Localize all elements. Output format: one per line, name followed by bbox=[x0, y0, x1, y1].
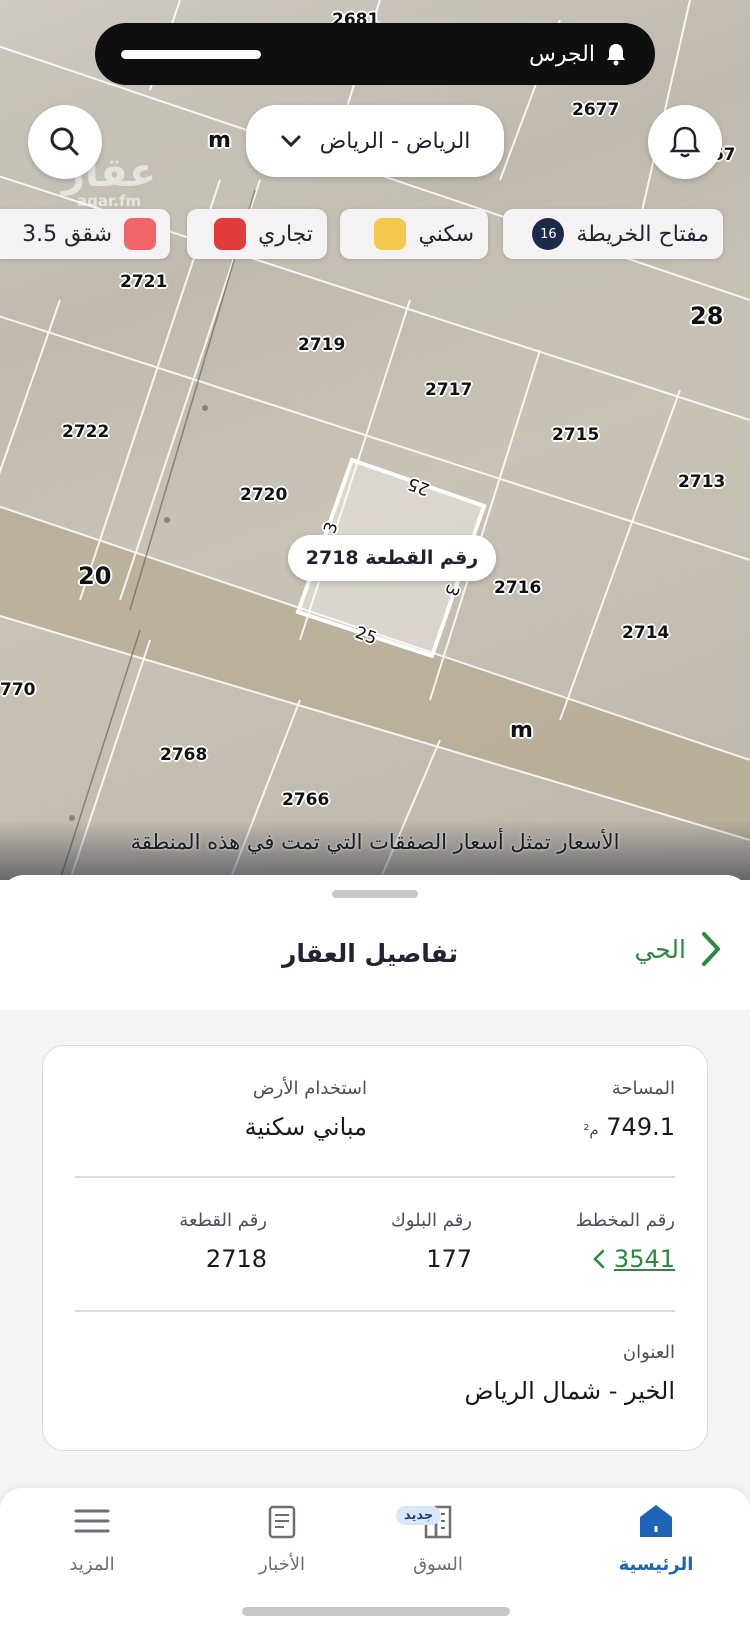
property-details-card: المساحة 749.1 م² استخدام الأرض مباني سكن… bbox=[42, 1045, 708, 1451]
home-indicator bbox=[242, 1607, 510, 1616]
plan-number-link[interactable]: 3541 bbox=[576, 1245, 675, 1273]
alerts-button[interactable] bbox=[648, 105, 722, 179]
plot-number[interactable]: 770 bbox=[0, 680, 36, 700]
plot-number[interactable]: 2677 bbox=[572, 100, 619, 120]
plot-number[interactable]: 2719 bbox=[298, 335, 345, 355]
neighborhood-label: الحي bbox=[634, 934, 686, 964]
tab-more-label: المزيد bbox=[69, 1554, 115, 1575]
land-use-field: استخدام الأرض مباني سكنية bbox=[245, 1078, 367, 1141]
plot-number[interactable]: 2721 bbox=[120, 272, 167, 292]
plot-number-value: 2718 bbox=[205, 1245, 267, 1273]
menu-icon bbox=[74, 1509, 110, 1533]
land-use-label: استخدام الأرض bbox=[252, 1078, 367, 1099]
area-unit: م² bbox=[583, 1121, 599, 1139]
tab-home-label: الرئيسية bbox=[618, 1554, 694, 1575]
tab-news-label: الأخبار bbox=[258, 1554, 305, 1575]
apartments-swatch bbox=[124, 218, 156, 250]
map-key-chip[interactable]: مفتاح الخريطة 16 bbox=[503, 209, 723, 259]
chevron-right-icon bbox=[702, 932, 720, 966]
residential-chip[interactable]: سكني bbox=[340, 209, 488, 259]
area-number: 749.1 bbox=[606, 1113, 675, 1141]
home-icon bbox=[640, 1505, 672, 1537]
street-label: 28 bbox=[690, 302, 724, 330]
tab-news[interactable]: الأخبار bbox=[222, 1488, 342, 1598]
tab-market-label: السوق bbox=[413, 1554, 463, 1575]
sheet-title: تفاصيل العقار bbox=[282, 939, 458, 968]
address-value: الخير - شمال الرياض bbox=[464, 1377, 675, 1405]
map-view[interactable]: عقار aqar.fm 2681 2677 267 2721 2719 271… bbox=[0, 0, 750, 880]
tab-home[interactable]: الرئيسية bbox=[596, 1488, 716, 1598]
new-badge: جديد bbox=[396, 1506, 442, 1525]
neighborhood-link[interactable]: الحي bbox=[634, 930, 722, 968]
divider bbox=[75, 1310, 675, 1312]
plot-number[interactable]: 2768 bbox=[160, 745, 207, 765]
plot-number[interactable]: 2714 bbox=[622, 623, 669, 643]
commercial-label: تجاري bbox=[258, 221, 313, 247]
divider bbox=[75, 1176, 675, 1178]
plot-number[interactable]: 2715 bbox=[552, 425, 599, 445]
plot-number-field: رقم القطعة 2718 bbox=[179, 1210, 267, 1273]
block-number-value: 177 bbox=[426, 1245, 472, 1273]
tab-market[interactable]: جديد السوق bbox=[378, 1488, 498, 1598]
plot-number[interactable]: 2722 bbox=[62, 422, 109, 442]
commercial-swatch bbox=[214, 218, 247, 250]
plot-number-label: رقم القطعة bbox=[179, 1210, 267, 1231]
block-number-label: رقم البلوك bbox=[390, 1210, 472, 1231]
drag-handle[interactable] bbox=[332, 890, 418, 898]
plan-number-value[interactable]: 3541 bbox=[614, 1245, 675, 1273]
residential-label: سكني bbox=[418, 221, 474, 247]
selected-parcel-label[interactable]: رقم القطعة 2718 bbox=[288, 535, 496, 581]
commercial-chip[interactable]: تجاري bbox=[187, 209, 327, 259]
address-label: العنوان bbox=[622, 1342, 675, 1363]
chevron-left-icon bbox=[593, 1249, 605, 1269]
plan-number-field: رقم المخطط 3541 bbox=[576, 1210, 675, 1273]
block-number-field: رقم البلوك 177 bbox=[391, 1210, 472, 1273]
plan-number-label: رقم المخطط bbox=[575, 1210, 675, 1231]
search-icon bbox=[50, 127, 79, 156]
sheet-header: الحي تفاصيل العقار bbox=[0, 875, 750, 1010]
street-label: 20 bbox=[78, 562, 112, 590]
plot-number[interactable]: 2766 bbox=[282, 790, 329, 810]
notification-progress bbox=[121, 49, 261, 59]
street-label: m bbox=[208, 128, 231, 153]
plot-number[interactable]: 2713 bbox=[678, 472, 725, 492]
map-key-count: 16 bbox=[532, 218, 565, 250]
address-field: العنوان الخير - شمال الرياض bbox=[465, 1342, 675, 1405]
news-icon bbox=[268, 1505, 296, 1539]
bell-icon bbox=[607, 44, 625, 66]
plot-number[interactable]: 2716 bbox=[494, 578, 541, 598]
bell-icon bbox=[669, 126, 701, 158]
area-field: المساحة 749.1 م² bbox=[583, 1078, 675, 1141]
chevron-down-icon bbox=[281, 135, 301, 148]
tab-more[interactable]: المزيد bbox=[32, 1488, 152, 1598]
area-value: 749.1 م² bbox=[583, 1113, 675, 1141]
land-use-value: مباني سكنية bbox=[244, 1113, 367, 1141]
search-button[interactable] bbox=[28, 105, 102, 179]
city-select[interactable]: الرياض - الرياض bbox=[246, 105, 504, 177]
apartments-label: شقق 3.5 bbox=[22, 221, 112, 247]
plot-number[interactable]: 2720 bbox=[240, 485, 287, 505]
street-label: m bbox=[510, 718, 533, 743]
price-caption-text: الأسعار تمثل أسعار الصفقات التي تمت في ه… bbox=[130, 830, 620, 854]
plot-number[interactable]: 2717 bbox=[425, 380, 472, 400]
selected-parcel-text: رقم القطعة 2718 bbox=[305, 547, 479, 569]
apartments-chip[interactable]: شقق 3.5 bbox=[0, 209, 170, 259]
price-caption: الأسعار تمثل أسعار الصفقات التي تمت في ه… bbox=[0, 820, 750, 880]
residential-swatch bbox=[374, 218, 407, 250]
notification-label: الجرس bbox=[528, 41, 595, 67]
map-key-label: مفتاح الخريطة bbox=[576, 221, 709, 247]
notification-banner[interactable]: الجرس bbox=[95, 23, 655, 85]
city-select-value: الرياض - الرياض bbox=[319, 128, 471, 154]
area-label: المساحة bbox=[611, 1078, 675, 1099]
